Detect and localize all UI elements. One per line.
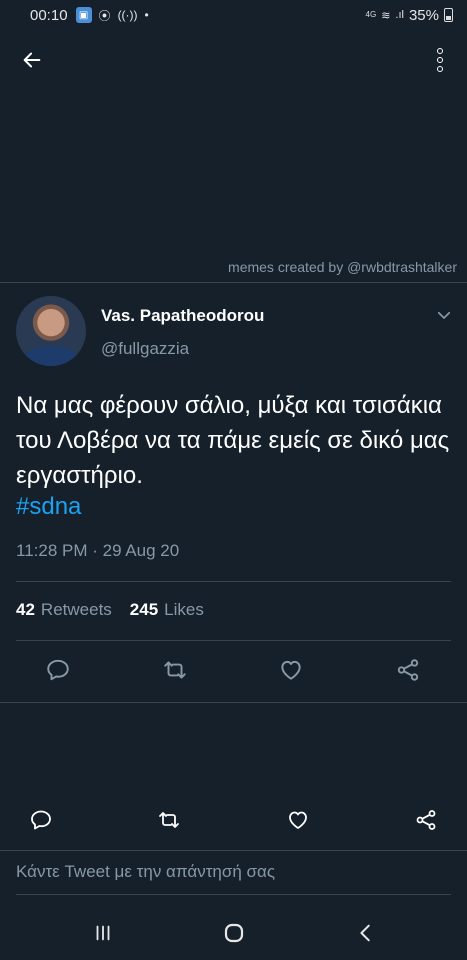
retweet-icon: [159, 812, 179, 828]
divider: [0, 702, 467, 703]
recent-apps-button[interactable]: [89, 919, 117, 947]
user-handle[interactable]: @fullgazzia: [101, 339, 189, 359]
chevron-left-icon: [360, 924, 370, 942]
likes-count[interactable]: 245: [130, 600, 158, 620]
app-notification-icon: ▣: [75, 7, 92, 23]
tweet-action-bar: [0, 650, 467, 690]
top-app-bar: [0, 38, 467, 82]
wireless-icon: ((·)): [117, 8, 138, 22]
home-button[interactable]: [220, 919, 248, 947]
divider: [16, 640, 451, 641]
tweet-stats: 42 Retweets 245 Likes: [16, 600, 222, 620]
retweet-button[interactable]: [155, 806, 183, 834]
battery-icon: [444, 8, 453, 22]
divider: [0, 282, 467, 283]
meme-watermark: memes created by @rwbdtrashtalker: [228, 259, 457, 275]
share-icon: [397, 659, 419, 681]
tweet-menu-button[interactable]: [435, 306, 453, 324]
home-icon: [224, 923, 244, 943]
status-bar: 00:10 ▣ ⦿ ((·)) • 4G ≋ .ıl 35%: [0, 0, 467, 30]
chevron-down-icon: [437, 311, 451, 319]
more-dot: [437, 57, 443, 63]
like-button[interactable]: [277, 656, 305, 684]
battery-percent: 35%: [408, 6, 439, 24]
share-icon: [416, 810, 436, 830]
recent-apps-icon: [96, 925, 110, 941]
hashtag-link[interactable]: #sdna: [16, 493, 81, 521]
more-dot: [437, 66, 443, 72]
heart-icon: [289, 811, 307, 829]
retweets-count[interactable]: 42: [16, 600, 35, 620]
tweet-text: Να μας φέρουν σάλιο, μύξα και τσισάκια τ…: [16, 392, 450, 489]
network-type: 4G: [365, 10, 377, 19]
status-time: 00:10: [30, 6, 68, 24]
share-button[interactable]: [412, 806, 440, 834]
retweet-icon: [164, 661, 186, 679]
more-vertical-icon: [437, 48, 443, 54]
system-nav-bar: [0, 905, 467, 960]
back-nav-button[interactable]: [352, 919, 380, 947]
reply-icon: [31, 810, 51, 830]
notification-icon: ⦿: [98, 8, 111, 23]
heart-icon: [281, 660, 301, 680]
dot-icon: •: [144, 8, 149, 22]
bottom-action-bar: [0, 800, 467, 840]
divider: [16, 894, 451, 895]
arrow-left-icon: [23, 52, 41, 68]
avatar-shoulders: [24, 346, 78, 366]
tweet-timestamp: 11:28 PM · 29 Aug 20: [16, 541, 180, 560]
signal-icon: .ıl: [395, 9, 404, 21]
like-button[interactable]: [284, 806, 312, 834]
display-name[interactable]: Vas. Papatheodorou: [101, 306, 264, 326]
divider: [0, 850, 467, 851]
divider: [16, 581, 451, 582]
back-button[interactable]: [18, 46, 46, 74]
likes-label[interactable]: Likes: [164, 600, 204, 620]
avatar[interactable]: [16, 296, 86, 366]
wifi-icon: ≋: [381, 9, 391, 22]
retweets-label[interactable]: Retweets: [41, 600, 112, 620]
reply-button[interactable]: [44, 656, 72, 684]
share-button[interactable]: [394, 656, 422, 684]
reply-icon: [47, 659, 69, 681]
more-options-button[interactable]: [433, 44, 447, 76]
reply-input[interactable]: Κάντε Tweet με την απάντησή σας: [16, 862, 275, 882]
retweet-button[interactable]: [161, 656, 189, 684]
reply-button[interactable]: [27, 806, 55, 834]
